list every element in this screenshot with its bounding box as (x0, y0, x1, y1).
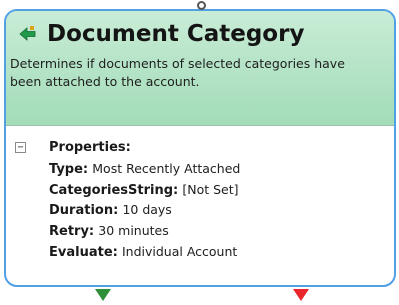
workflow-canvas: Document Category Determines if document… (0, 0, 399, 305)
property-value: 10 days (122, 202, 172, 218)
property-value: Individual Account (121, 243, 238, 259)
property-evaluate: Evaluate: Individual Account (49, 242, 240, 263)
document-category-node[interactable]: Document Category Determines if document… (4, 9, 396, 287)
property-key: CategoriesString: (49, 182, 179, 198)
header-divider (6, 125, 394, 126)
property-duration: Duration: 10 days (49, 200, 240, 221)
node-title: Document Category (47, 21, 305, 47)
property-key: Retry: (49, 224, 95, 240)
property-key: Type: (49, 162, 89, 177)
property-type: Type: Most Recently Attached (49, 159, 240, 180)
property-value: Most Recently Attached (92, 161, 241, 176)
property-retry: Retry: 30 minutes (49, 221, 240, 242)
success-output-connector[interactable] (95, 289, 111, 301)
collapse-properties-toggle[interactable]: − (15, 142, 26, 153)
properties-list: Type: Most Recently Attached CategoriesS… (49, 159, 240, 262)
green-arrow-icon (19, 26, 36, 41)
property-key: Duration: (49, 203, 119, 219)
node-description: Determines if documents of selected cate… (10, 56, 345, 89)
property-value: 30 minutes (98, 223, 169, 239)
properties-heading: Properties: (49, 140, 131, 155)
property-categories-string: CategoriesString: [Not Set] (49, 180, 240, 201)
property-value: [Not Set] (182, 181, 239, 197)
property-key: Evaluate: (49, 244, 118, 260)
input-connector-handle[interactable] (197, 1, 206, 10)
failure-output-connector[interactable] (293, 289, 309, 301)
node-header: Document Category Determines if document… (6, 11, 394, 125)
